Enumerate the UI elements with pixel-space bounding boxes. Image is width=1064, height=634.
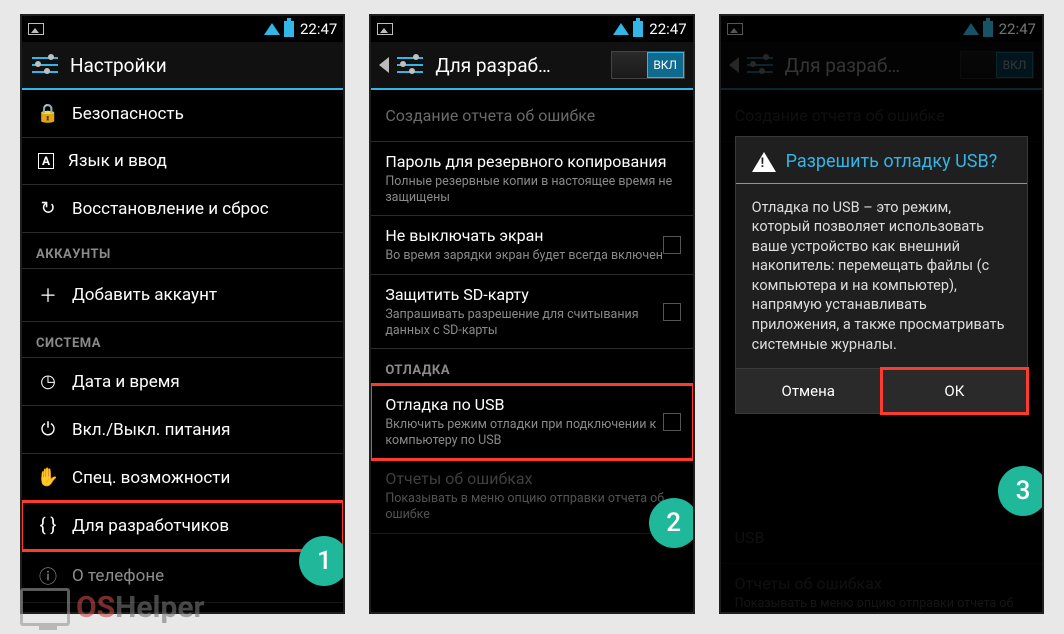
dev-options-toggle[interactable]: ВКЛ [611,51,685,79]
page-title: Настройки [70,54,335,77]
item-bug-report[interactable]: Создание отчета об ошибке [371,90,692,142]
checkbox[interactable] [663,413,681,431]
language-icon: A [38,153,54,169]
item-label: Отчеты об ошибках [385,469,678,488]
category-accounts: АККАУНТЫ [22,233,343,269]
item-sub: Полные резервные копии в настоящее время… [385,174,678,205]
gallery-icon [28,23,44,35]
item-backup-password[interactable]: Пароль для резервного копирования Полные… [371,142,692,216]
dialog-title: Разрешить отладку USB? [786,151,998,173]
item-label: Для разработчиков [72,516,229,536]
clock-icon: ◷ [38,371,58,392]
item-label: Создание отчета об ошибке [385,100,678,131]
item-label: Спец. возможности [72,468,230,488]
wm-text-1: OS [76,590,115,625]
settings-list[interactable]: 🔒 Безопасность A Язык и ввод ↻ Восстанов… [22,90,343,612]
item-accessibility[interactable]: ✋ Спец. возможности [22,454,343,502]
item-sub: Запрашивать разрешение для считывания да… [385,307,678,338]
category-system: СИСТЕМА [22,322,343,358]
step-badge-2: 2 [649,498,695,548]
battery-icon [284,21,294,37]
toggle-on-label: ВКЛ [647,52,684,78]
warning-icon [752,152,776,172]
item-add-account[interactable]: ＋ Добавить аккаунт [22,269,343,322]
category-debug: ОТЛАДКА [371,349,692,385]
item-label: Отладка по USB [385,395,678,414]
battery-icon [633,21,643,37]
wm-text-2: Helper [115,590,204,625]
ok-button[interactable]: ОК [882,369,1027,413]
item-label: О телефоне [72,566,164,586]
status-bar: 22:47 [371,16,692,42]
watermark: OSHelper [20,588,205,626]
back-icon[interactable] [379,57,389,73]
settings-icon[interactable] [395,54,425,76]
step-badge-3: 3 [998,466,1044,516]
item-sub: Показывать в меню опцию отправки отчета … [385,491,678,522]
title-bar: Настройки [22,42,343,90]
status-bar: 22:47 [22,16,343,42]
item-label: Безопасность [72,104,184,124]
power-icon: ⏻ [38,419,58,440]
gallery-icon [377,23,393,35]
lock-icon: 🔒 [38,103,58,124]
plus-icon: ＋ [38,282,58,308]
checkbox[interactable] [663,236,681,254]
phone-screen-3: 22:47 Для разраб… ВКЛ Создание отчета об… [719,14,1044,614]
page-title: Для разраб… [435,54,600,77]
dialog-body: Отладка по USB – это режим, который позв… [736,184,1027,369]
status-clock: 22:47 [300,20,337,38]
step-badge-1: 1 [299,536,345,586]
item-usb-debugging[interactable]: Отладка по USB Включить режим отладки пр… [371,385,692,459]
item-date-time[interactable]: ◷ Дата и время [22,358,343,406]
phone-screen-1: 22:47 Настройки 🔒 Безопасность A Язык и … [20,14,345,614]
braces-icon: { } [38,515,58,536]
item-security[interactable]: 🔒 Безопасность [22,90,343,138]
item-sub: Во время зарядки экран будет всегда вклю… [385,248,678,264]
monitor-icon [20,588,70,626]
wifi-icon [613,23,629,35]
item-label: Дата и время [72,372,180,392]
item-label: Не выключать экран [385,226,678,245]
info-icon: ⓘ [38,563,58,589]
checkbox[interactable] [663,303,681,321]
item-power-schedule[interactable]: ⏻ Вкл./Выкл. питания [22,406,343,454]
cancel-button[interactable]: Отмена [736,369,882,413]
item-error-reports[interactable]: Отчеты об ошибках Показывать в меню опци… [371,459,692,533]
item-label: Добавить аккаунт [72,285,217,305]
item-backup-reset[interactable]: ↻ Восстановление и сброс [22,185,343,233]
status-clock: 22:47 [649,20,686,38]
usb-debug-dialog: Разрешить отладку USB? Отладка по USB – … [735,136,1028,414]
settings-icon[interactable] [30,54,60,76]
wifi-icon [264,23,280,35]
restore-icon: ↻ [38,198,58,219]
item-language[interactable]: A Язык и ввод [22,138,343,185]
dev-options-list[interactable]: Создание отчета об ошибке Пароль для рез… [371,90,692,612]
item-label: Восстановление и сброс [72,199,269,219]
item-developer-options[interactable]: { } Для разработчиков [22,502,343,550]
item-stay-awake[interactable]: Не выключать экран Во время зарядки экра… [371,216,692,275]
item-label: Язык и ввод [68,151,167,171]
title-bar: Для разраб… ВКЛ [371,42,692,90]
item-label: Вкл./Выкл. питания [72,420,230,440]
item-label: Защитить SD-карту [385,285,678,304]
item-sub: Включить режим отладки при подключении к… [385,417,678,448]
item-label: Пароль для резервного копирования [385,152,678,171]
item-protect-sd[interactable]: Защитить SD-карту Запрашивать разрешение… [371,275,692,349]
phone-screen-2: 22:47 Для разраб… ВКЛ Создание отчета об… [369,14,694,614]
hand-icon: ✋ [38,467,58,488]
